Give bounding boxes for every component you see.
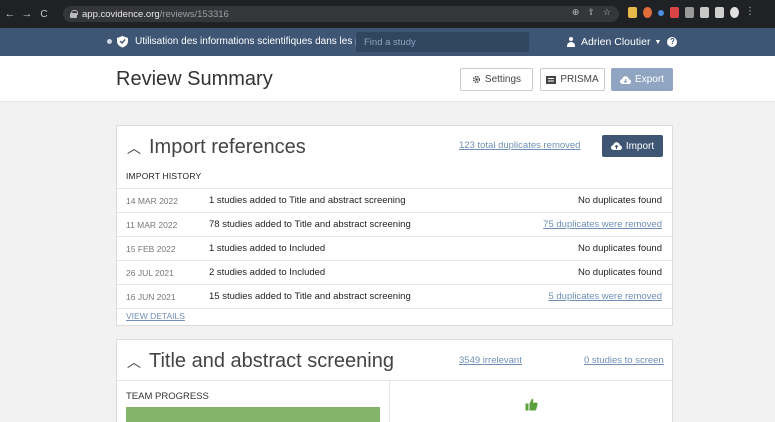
chevron-up-icon[interactable]: ︿	[127, 352, 141, 372]
column-divider	[389, 381, 390, 422]
profile-avatar-icon[interactable]	[730, 7, 739, 18]
row-result: No duplicates found	[578, 267, 662, 278]
prisma-button[interactable]: PRISMA	[540, 68, 605, 91]
row-result-link[interactable]: 75 duplicates were removed	[543, 219, 662, 230]
row-count: 1 studies added to	[209, 195, 290, 206]
thumbs-up-icon	[525, 398, 538, 411]
import-references-header[interactable]: ︿ Import references	[127, 136, 306, 159]
row-stage: Included	[289, 243, 326, 254]
star-icon[interactable]: ☆	[603, 7, 611, 18]
search-placeholder: Find a study	[364, 37, 416, 48]
row-date: 14 MAR 2022	[126, 196, 178, 206]
row-date: 26 JUL 2021	[126, 268, 174, 278]
gear-icon	[472, 75, 481, 84]
import-history-row: 14 MAR 2022 1 studies added to Title and…	[117, 188, 672, 212]
row-date: 16 JUN 2021	[126, 292, 176, 302]
import-references-card: ︿ Import references 123 total duplicates…	[116, 125, 673, 326]
import-history-row: 16 JUN 2021 15 studies added to Title an…	[117, 284, 672, 308]
status-dot	[107, 39, 112, 44]
row-stage: Title and abstract screening	[289, 195, 406, 206]
row-description: 1 studies added to Included	[209, 243, 325, 254]
page-title: Review Summary	[116, 68, 273, 90]
row-result: No duplicates found	[578, 195, 662, 206]
row-stage: Title and abstract screening	[294, 291, 411, 302]
settings-button[interactable]: Settings	[460, 68, 533, 91]
cloud-upload-icon	[610, 142, 622, 150]
puzzle-icon[interactable]	[700, 7, 709, 18]
export-button[interactable]: Export	[611, 68, 673, 91]
export-label: Export	[635, 74, 664, 85]
share-icon[interactable]: ⇪	[587, 7, 595, 18]
row-count: 1 studies added to	[209, 243, 290, 254]
url-host: app.covidence.org	[82, 8, 160, 20]
import-button[interactable]: Import	[602, 135, 663, 157]
app-header: Utilisation des informations scientifiqu…	[0, 28, 775, 56]
list-icon	[546, 75, 557, 84]
menu-dots-icon[interactable]: ⋮	[745, 7, 755, 18]
covidence-logo-icon[interactable]	[116, 35, 129, 48]
prisma-label: PRISMA	[560, 74, 599, 85]
import-references-title: Import references	[149, 136, 306, 158]
row-count: 15 studies added to	[209, 291, 295, 302]
import-history-list: 14 MAR 2022 1 studies added to Title and…	[117, 188, 672, 309]
lock-icon	[70, 10, 78, 18]
url-path: /reviews/153316	[159, 8, 229, 20]
extension-red-icon[interactable]	[670, 7, 679, 18]
extensions-bar: ⋮	[628, 7, 755, 18]
view-details-link[interactable]: VIEW DETAILS	[126, 311, 185, 321]
review-title[interactable]: Utilisation des informations scientifiqu…	[135, 36, 375, 47]
url-text[interactable]: app.covidence.org/reviews/153316	[82, 9, 229, 20]
extension-yellow-icon[interactable]	[628, 7, 637, 18]
user-menu[interactable]: Adrien Cloutier ▼ ?	[566, 36, 678, 48]
row-date: 11 MAR 2022	[126, 220, 178, 230]
import-label: Import	[625, 140, 655, 152]
page-header: Review Summary Settings PRISMA Export	[0, 56, 775, 102]
row-result-link[interactable]: 5 duplicates were removed	[548, 291, 662, 302]
screening-header[interactable]: ︿ Title and abstract screening	[127, 350, 394, 373]
settings-label: Settings	[484, 74, 522, 85]
user-name: Adrien Cloutier	[581, 36, 651, 48]
extension-orange-icon[interactable]	[643, 7, 652, 18]
browser-toolbar: ← → C app.covidence.org/reviews/153316 ⊕…	[0, 0, 775, 28]
row-count: 2 studies added to	[209, 267, 290, 278]
row-description: 78 studies added to Title and abstract s…	[209, 219, 411, 230]
row-description: 1 studies added to Title and abstract sc…	[209, 195, 405, 206]
import-history-row: 15 FEB 2022 1 studies added to Included …	[117, 236, 672, 260]
row-count: 78 studies added to	[209, 219, 295, 230]
row-divider	[117, 308, 672, 309]
extension-grey-icon[interactable]	[685, 7, 694, 18]
forward-icon[interactable]: →	[20, 8, 34, 20]
card-divider	[117, 380, 672, 381]
duplicates-removed-link[interactable]: 123 total duplicates removed	[459, 140, 580, 151]
row-stage: Title and abstract screening	[294, 219, 411, 230]
team-progress-label: TEAM PROGRESS	[126, 391, 209, 402]
row-result: No duplicates found	[578, 243, 662, 254]
back-icon[interactable]: ←	[3, 8, 17, 20]
zoom-icon[interactable]: ⊕	[572, 7, 580, 18]
row-description: 15 studies added to Title and abstract s…	[209, 291, 411, 302]
search-input[interactable]: Find a study	[356, 32, 529, 52]
address-bar[interactable]: app.covidence.org/reviews/153316 ⊕ ⇪ ☆	[63, 6, 619, 22]
irrelevant-link[interactable]: 3549 irrelevant	[459, 355, 522, 366]
reload-icon[interactable]: C	[37, 9, 51, 20]
import-history-row: 26 JUL 2021 2 studies added to Included …	[117, 260, 672, 284]
import-history-heading: IMPORT HISTORY	[126, 171, 202, 181]
row-description: 2 studies added to Included	[209, 267, 325, 278]
chevron-up-icon[interactable]: ︿	[127, 138, 141, 158]
screening-card: ︿ Title and abstract screening 3549 irre…	[116, 339, 673, 422]
row-stage: Included	[289, 267, 326, 278]
chevron-down-icon: ▼	[654, 38, 662, 46]
import-history-row: 11 MAR 2022 78 studies added to Title an…	[117, 212, 672, 236]
cloud-download-icon	[620, 75, 632, 84]
help-icon[interactable]: ?	[667, 37, 678, 47]
sidebar-icon[interactable]	[715, 7, 724, 18]
studies-to-screen-link[interactable]: 0 studies to screen	[584, 355, 664, 366]
team-progress-bar	[126, 407, 380, 422]
row-date: 15 FEB 2022	[126, 244, 176, 254]
user-icon	[566, 37, 576, 47]
screening-title: Title and abstract screening	[149, 350, 394, 372]
extension-blue-icon[interactable]	[658, 9, 664, 16]
